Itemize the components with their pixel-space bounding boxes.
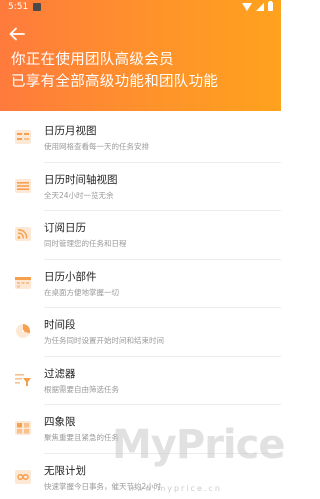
status-bar: 5:51 xyxy=(0,0,281,14)
calendar-month-icon xyxy=(15,130,31,144)
feature-label: 无限计划 xyxy=(44,464,86,477)
calendar-timeline-icon xyxy=(15,178,31,193)
feature-label: 四象限 xyxy=(44,416,76,428)
membership-title: 你正在使用团队高级会员 xyxy=(11,52,174,68)
feature-desc: 在桌面方便地掌握一切 xyxy=(44,287,119,297)
feature-desc: 为任务同时设置开始时间和结束时间 xyxy=(44,336,164,345)
feature-item-subscribe-calendar[interactable]: 订阅日历 同时管理您的任务和日程 xyxy=(0,211,281,260)
calendar-widget-icon xyxy=(15,276,31,289)
watermark-text: MyPrice xyxy=(112,422,285,468)
feature-item-time-range[interactable]: 时间段 为任务同时设置开始时间和结束时间 xyxy=(0,308,281,357)
feature-item-calendar-month[interactable]: 日历月视图 使用网格查看每一天的任务安排 xyxy=(0,114,281,163)
battery-icon xyxy=(268,1,273,11)
arrow-left-icon xyxy=(9,27,25,41)
unlimited-plan-icon xyxy=(15,469,31,484)
back-button[interactable] xyxy=(9,26,25,41)
feature-label: 过滤器 xyxy=(44,367,76,380)
feature-label: 日历小部件 xyxy=(44,270,97,283)
signal-icon xyxy=(256,2,264,11)
feature-item-filter[interactable]: 过滤器 根据需要自由筛选任务 xyxy=(0,357,281,405)
feature-label: 时间段 xyxy=(44,319,76,331)
status-icons xyxy=(242,1,273,11)
header-banner: 5:51 你正在使用团队高级会员 已享有全部高级功能和团队功能 xyxy=(0,0,281,111)
feature-desc: 聚焦重要且紧急的任务 xyxy=(44,433,119,442)
rss-subscribe-icon xyxy=(15,227,31,241)
wifi-icon xyxy=(242,2,252,11)
filter-icon xyxy=(15,373,31,386)
quadrant-icon xyxy=(15,421,31,435)
feature-desc: 使用网格查看每一天的任务安排 xyxy=(44,142,149,151)
feature-item-calendar-timeline[interactable]: 日历时间轴视图 全天24小时一览无余 xyxy=(0,163,281,211)
feature-desc: 根据需要自由筛选任务 xyxy=(44,384,119,394)
notification-icon xyxy=(33,3,41,11)
membership-subtitle: 已享有全部高级功能和团队功能 xyxy=(11,74,219,90)
feature-label: 订阅日历 xyxy=(44,222,86,234)
feature-label: 日历月视图 xyxy=(44,125,97,137)
status-time: 5:51 xyxy=(8,2,29,12)
feature-desc: 同时管理您的任务和日程 xyxy=(44,239,127,248)
feature-item-calendar-widget[interactable]: 日历小部件 在桌面方便地掌握一切 xyxy=(0,260,281,308)
watermark-url: www.myprice.cn xyxy=(128,484,222,493)
feature-desc: 全天24小时一览无余 xyxy=(44,190,114,200)
time-range-icon xyxy=(16,324,30,338)
feature-label: 日历时间轴视图 xyxy=(44,173,118,186)
